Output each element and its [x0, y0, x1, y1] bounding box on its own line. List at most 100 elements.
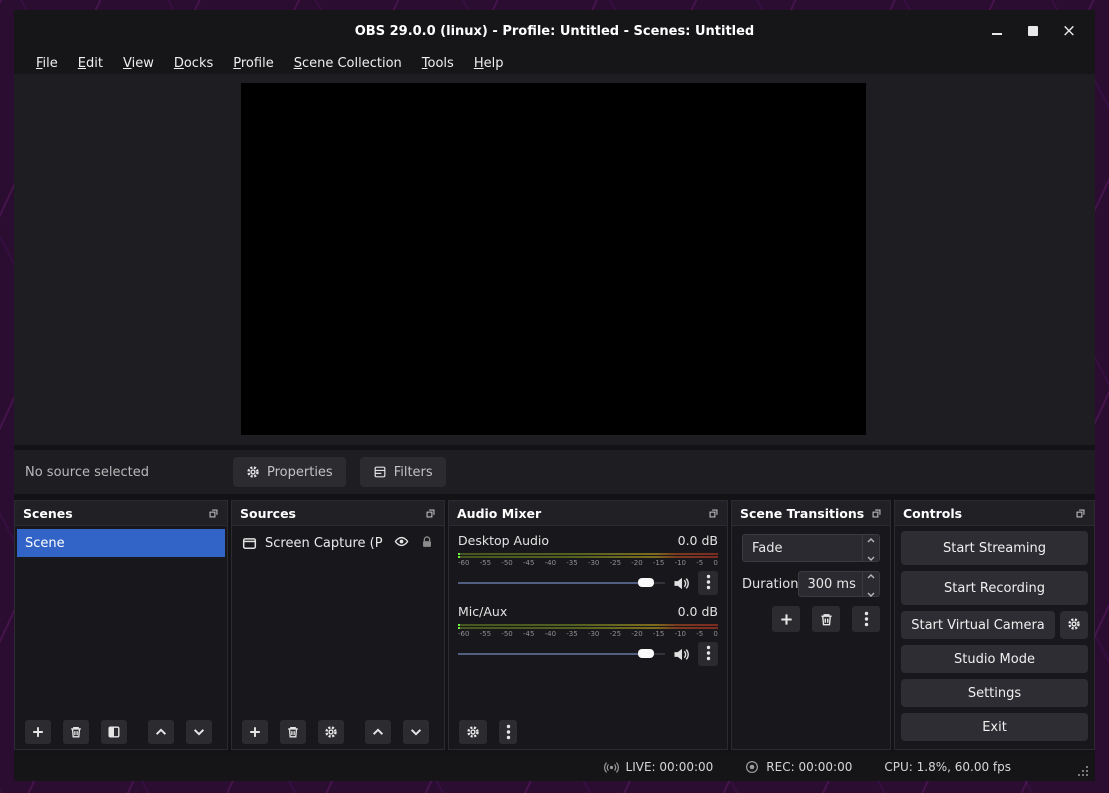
source-move-up-button[interactable]	[365, 720, 391, 744]
controls-title: Controls	[903, 506, 1075, 521]
transition-select[interactable]: Fade	[742, 534, 880, 562]
dock-popout-icon[interactable]	[708, 508, 719, 519]
volume-slider-handle[interactable]	[638, 649, 654, 658]
dock-popout-icon[interactable]	[425, 508, 436, 519]
meter-tick-label: 0	[713, 559, 717, 568]
volume-meter	[458, 624, 718, 629]
plus-icon	[248, 725, 262, 739]
close-button[interactable]: ×	[1061, 23, 1077, 39]
menu-view[interactable]: View	[113, 54, 164, 73]
studio-mode-button[interactable]: Studio Mode	[901, 645, 1088, 673]
meter-tick-label: -30	[588, 630, 599, 639]
start-recording-button[interactable]: Start Recording	[901, 571, 1088, 605]
preview-canvas[interactable]	[241, 83, 866, 435]
source-properties-button[interactable]	[318, 720, 344, 744]
add-scene-button[interactable]	[25, 720, 51, 744]
chevron-down-icon	[409, 725, 423, 739]
kebab-icon	[506, 724, 511, 740]
eye-icon	[394, 534, 409, 552]
meter-tick-label: -35	[566, 630, 577, 639]
kebab-icon	[706, 574, 711, 593]
duration-spinner[interactable]	[862, 572, 879, 596]
filters-label: Filters	[394, 465, 433, 480]
transition-options-button[interactable]	[852, 606, 880, 632]
menubar: File Edit View Docks Profile Scene Colle…	[14, 52, 1095, 74]
sources-dock-title: Sources	[240, 506, 425, 521]
plus-icon	[31, 725, 45, 739]
advanced-audio-button[interactable]	[459, 720, 487, 744]
remove-transition-button[interactable]	[812, 606, 840, 632]
remove-scene-button[interactable]	[63, 720, 89, 744]
minimize-button[interactable]	[989, 23, 1005, 39]
rec-status: REC: 00:00:00	[745, 760, 852, 774]
menu-file[interactable]: File	[26, 54, 68, 73]
menu-tools[interactable]: Tools	[412, 54, 464, 73]
scene-filters-button[interactable]	[101, 720, 127, 744]
source-visibility-button[interactable]	[394, 534, 409, 552]
virtual-camera-settings-button[interactable]	[1060, 611, 1088, 639]
desktop: { "window": { "title": "OBS 29.0.0 (linu…	[0, 0, 1109, 793]
dock-popout-icon[interactable]	[208, 508, 219, 519]
properties-button[interactable]: Properties	[233, 457, 346, 487]
add-source-button[interactable]	[242, 720, 268, 744]
source-status-text: No source selected	[25, 465, 233, 480]
mixer-options-button[interactable]	[499, 720, 517, 744]
channel-name: Desktop Audio	[458, 533, 549, 551]
settings-button[interactable]: Settings	[901, 679, 1088, 707]
scene-list-item[interactable]: Scene	[17, 529, 225, 557]
start-virtual-camera-button[interactable]: Start Virtual Camera	[901, 611, 1055, 639]
menu-profile[interactable]: Profile	[223, 54, 283, 73]
meter-tick-label: -60	[458, 559, 469, 568]
add-transition-button[interactable]	[772, 606, 800, 632]
channel-options-button[interactable]	[698, 642, 718, 666]
speaker-icon[interactable]	[673, 647, 690, 662]
live-timer: LIVE: 00:00:00	[626, 760, 714, 774]
remove-source-button[interactable]	[280, 720, 306, 744]
menu-help[interactable]: Help	[464, 54, 514, 73]
exit-button[interactable]: Exit	[901, 713, 1088, 741]
volume-slider[interactable]	[458, 571, 665, 595]
duration-label: Duration	[742, 577, 798, 592]
menu-scene-collection[interactable]: Scene Collection	[284, 54, 412, 73]
meter-tick-label: -20	[631, 559, 642, 568]
gear-icon	[1067, 617, 1081, 634]
scene-filters-icon	[107, 725, 121, 739]
meter-tick-label: 0	[713, 630, 717, 639]
dock-popout-icon[interactable]	[1075, 508, 1086, 519]
menu-edit[interactable]: Edit	[68, 54, 113, 73]
maximize-button[interactable]	[1025, 23, 1041, 39]
meter-tick-label: -40	[545, 630, 556, 639]
kebab-icon	[864, 611, 869, 627]
scene-move-up-button[interactable]	[148, 720, 174, 744]
menu-docks[interactable]: Docks	[164, 54, 223, 73]
select-spinner[interactable]	[862, 535, 879, 561]
gear-icon	[246, 465, 260, 479]
start-streaming-button[interactable]: Start Streaming	[901, 531, 1088, 565]
volume-slider-handle[interactable]	[638, 578, 654, 587]
window-buttons: ×	[989, 10, 1077, 52]
dock-popout-icon[interactable]	[871, 508, 882, 519]
channel-options-button[interactable]	[698, 571, 718, 595]
status-bar: LIVE: 00:00:00 REC: 00:00:00 CPU: 1.8%, …	[14, 753, 1095, 781]
speaker-icon[interactable]	[673, 576, 690, 591]
resize-grip[interactable]	[1078, 764, 1090, 776]
scene-move-down-button[interactable]	[186, 720, 212, 744]
filters-button[interactable]: Filters	[360, 457, 446, 487]
lock-icon	[420, 535, 434, 552]
gear-icon	[466, 725, 480, 739]
source-lock-button[interactable]	[420, 535, 434, 552]
controls-dock: Controls Start Streaming Start Recording…	[894, 500, 1095, 750]
chevron-up-icon	[154, 725, 168, 739]
duration-spinbox[interactable]: 300 ms	[798, 571, 880, 597]
window-title: OBS 29.0.0 (linux) - Profile: Untitled -…	[14, 10, 1095, 52]
cpu-fps-status: CPU: 1.8%, 60.00 fps	[884, 760, 1011, 774]
mixer-channel-desktop-audio: Desktop Audio 0.0 dB -60 -55 -50 -45 -40…	[458, 533, 718, 595]
sources-dock-header: Sources	[232, 501, 444, 526]
transitions-title: Scene Transitions	[740, 506, 871, 521]
volume-slider[interactable]	[458, 642, 665, 666]
record-icon	[745, 760, 759, 774]
titlebar[interactable]: OBS 29.0.0 (linux) - Profile: Untitled -…	[14, 10, 1095, 52]
channel-level: 0.0 dB	[678, 604, 718, 622]
source-list-item[interactable]: Screen Capture (Pi	[234, 529, 442, 557]
source-move-down-button[interactable]	[403, 720, 429, 744]
